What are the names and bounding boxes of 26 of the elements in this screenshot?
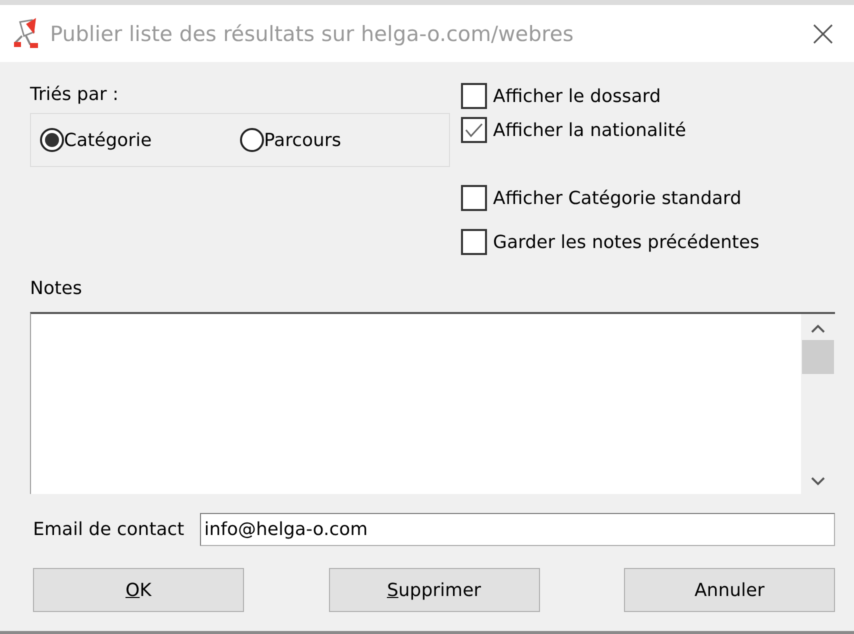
notes-field[interactable] <box>30 312 835 494</box>
dialog-button[interactable]: Annuler <box>624 568 835 612</box>
radio-label[interactable]: Parcours <box>264 130 342 150</box>
checkbox-label[interactable]: Afficher Catégorie standard <box>493 188 742 208</box>
close-icon[interactable] <box>812 22 834 44</box>
radio-button[interactable] <box>40 128 64 152</box>
radio-button[interactable] <box>240 128 264 152</box>
checkbox[interactable] <box>461 185 487 211</box>
checkbox-label[interactable]: Afficher la nationalité <box>493 120 686 140</box>
checkbox-label[interactable]: Afficher le dossard <box>493 86 661 106</box>
email-field[interactable]: info@helga-o.com <box>200 513 835 546</box>
dialog-button[interactable]: Supprimer <box>328 568 540 612</box>
notes-label: Notes <box>30 278 83 299</box>
check-icon <box>464 122 484 138</box>
scroll-thumb[interactable] <box>802 340 834 374</box>
scroll-up-icon[interactable] <box>811 324 825 334</box>
checkbox[interactable] <box>461 117 487 143</box>
checkbox-label[interactable]: Garder les notes précédentes <box>493 232 760 252</box>
dialog-button[interactable]: OK <box>33 568 244 612</box>
checkbox[interactable] <box>461 229 487 255</box>
sort-label: Triés par : <box>30 84 120 105</box>
scroll-down-icon[interactable] <box>811 476 825 486</box>
checkbox[interactable] <box>461 83 487 109</box>
window-title: Publier liste des résultats sur helga-o.com/webres <box>50 22 575 46</box>
email-label: Email de contact <box>33 519 184 540</box>
radio-label[interactable]: Catégorie <box>64 130 152 150</box>
